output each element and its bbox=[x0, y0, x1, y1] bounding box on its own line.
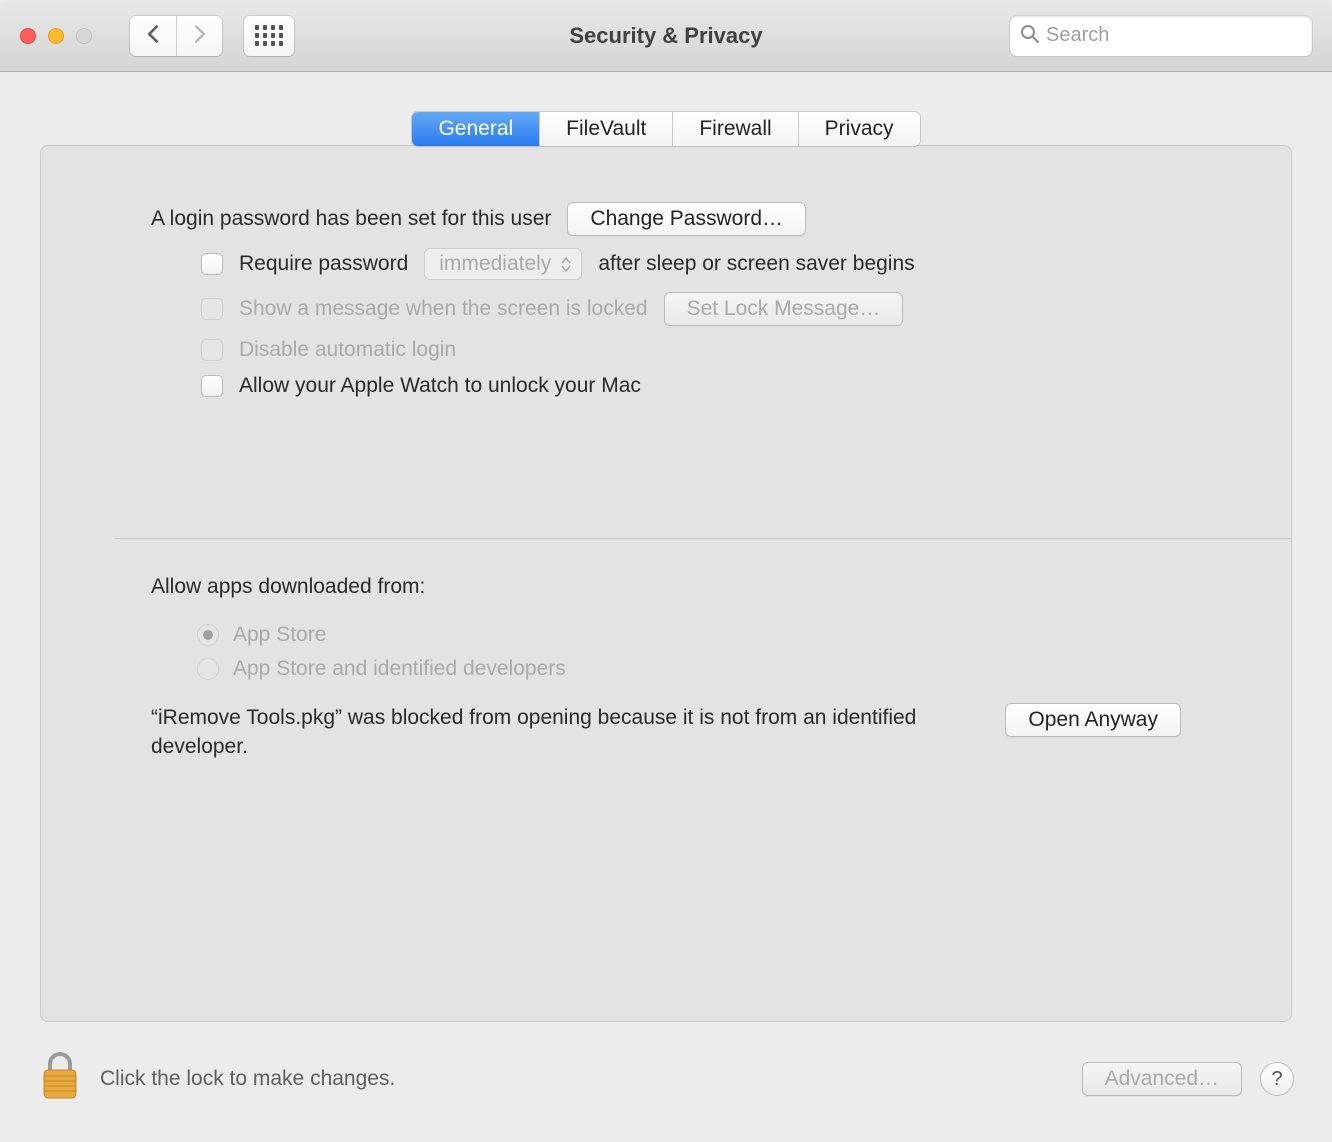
zoom-window-button bbox=[76, 28, 92, 44]
minimize-window-button[interactable] bbox=[48, 28, 64, 44]
content-area: General FileVault Firewall Privacy A log… bbox=[0, 72, 1332, 1022]
blocked-app-text: “iRemove Tools.pkg” was blocked from ope… bbox=[151, 703, 985, 762]
divider bbox=[115, 538, 1291, 539]
search-field-container bbox=[1010, 16, 1312, 56]
titlebar: Security & Privacy bbox=[0, 0, 1332, 72]
open-anyway-button[interactable]: Open Anyway bbox=[1005, 703, 1181, 737]
require-password-row: Require password immediately after sleep… bbox=[151, 248, 1181, 280]
nav-buttons bbox=[130, 16, 222, 56]
tabs: General FileVault Firewall Privacy bbox=[40, 112, 1292, 146]
change-password-button[interactable]: Change Password… bbox=[567, 202, 806, 236]
disable-auto-login-label: Disable automatic login bbox=[239, 338, 456, 362]
blocked-app-row: “iRemove Tools.pkg” was blocked from ope… bbox=[151, 703, 1181, 762]
help-button[interactable]: ? bbox=[1260, 1062, 1294, 1096]
updown-icon bbox=[561, 257, 571, 272]
require-password-after-label: after sleep or screen saver begins bbox=[598, 252, 914, 276]
radio-app-store bbox=[197, 624, 219, 646]
disable-auto-login-checkbox bbox=[201, 339, 223, 361]
tab-firewall[interactable]: Firewall bbox=[672, 112, 797, 146]
disable-auto-login-row: Disable automatic login bbox=[151, 338, 1181, 362]
require-password-checkbox[interactable] bbox=[201, 253, 223, 275]
tab-filevault[interactable]: FileVault bbox=[539, 112, 672, 146]
allow-apps-from-label: Allow apps downloaded from: bbox=[151, 575, 1181, 599]
set-lock-message-button: Set Lock Message… bbox=[664, 292, 904, 326]
login-password-label: A login password has been set for this u… bbox=[151, 207, 551, 231]
close-window-button[interactable] bbox=[20, 28, 36, 44]
tab-group: General FileVault Firewall Privacy bbox=[412, 112, 919, 146]
search-icon bbox=[1020, 24, 1040, 47]
show-message-row: Show a message when the screen is locked… bbox=[151, 292, 1181, 326]
general-panel: A login password has been set for this u… bbox=[40, 145, 1292, 1022]
chevron-left-icon bbox=[146, 24, 160, 47]
lock-wrap: Click the lock to make changes. bbox=[38, 1050, 395, 1108]
require-password-delay-select: immediately bbox=[424, 248, 582, 280]
radio-identified bbox=[197, 658, 219, 680]
lock-text: Click the lock to make changes. bbox=[100, 1067, 395, 1091]
nav-back-button[interactable] bbox=[130, 16, 176, 56]
preferences-window: Security & Privacy General FileVault Fir… bbox=[0, 0, 1332, 1142]
search-input[interactable] bbox=[1046, 24, 1302, 47]
apple-watch-row: Allow your Apple Watch to unlock your Ma… bbox=[151, 374, 1181, 398]
require-password-label: Require password bbox=[239, 252, 408, 276]
show-all-prefs-button[interactable] bbox=[244, 16, 294, 56]
tab-privacy[interactable]: Privacy bbox=[798, 112, 920, 146]
advanced-button: Advanced… bbox=[1082, 1062, 1242, 1096]
grid-icon bbox=[255, 25, 284, 46]
lock-icon[interactable] bbox=[38, 1050, 82, 1108]
login-password-row: A login password has been set for this u… bbox=[151, 202, 1181, 236]
show-message-label: Show a message when the screen is locked bbox=[239, 297, 648, 321]
footer-right: Advanced… ? bbox=[1082, 1062, 1294, 1096]
chevron-right-icon bbox=[193, 24, 207, 47]
apple-watch-checkbox[interactable] bbox=[201, 375, 223, 397]
radio-app-store-row: App Store bbox=[151, 623, 1181, 647]
radio-app-store-label: App Store bbox=[233, 623, 326, 647]
apple-watch-label: Allow your Apple Watch to unlock your Ma… bbox=[239, 374, 641, 398]
require-password-delay-value: immediately bbox=[439, 252, 551, 276]
radio-identified-label: App Store and identified developers bbox=[233, 657, 566, 681]
show-message-checkbox bbox=[201, 298, 223, 320]
allow-apps-section: Allow apps downloaded from: App Store Ap… bbox=[151, 575, 1181, 762]
footer: Click the lock to make changes. Advanced… bbox=[0, 1022, 1332, 1142]
radio-identified-row: App Store and identified developers bbox=[151, 657, 1181, 681]
nav-forward-button[interactable] bbox=[176, 16, 222, 56]
traffic-lights bbox=[20, 28, 92, 44]
tab-general[interactable]: General bbox=[412, 112, 539, 146]
